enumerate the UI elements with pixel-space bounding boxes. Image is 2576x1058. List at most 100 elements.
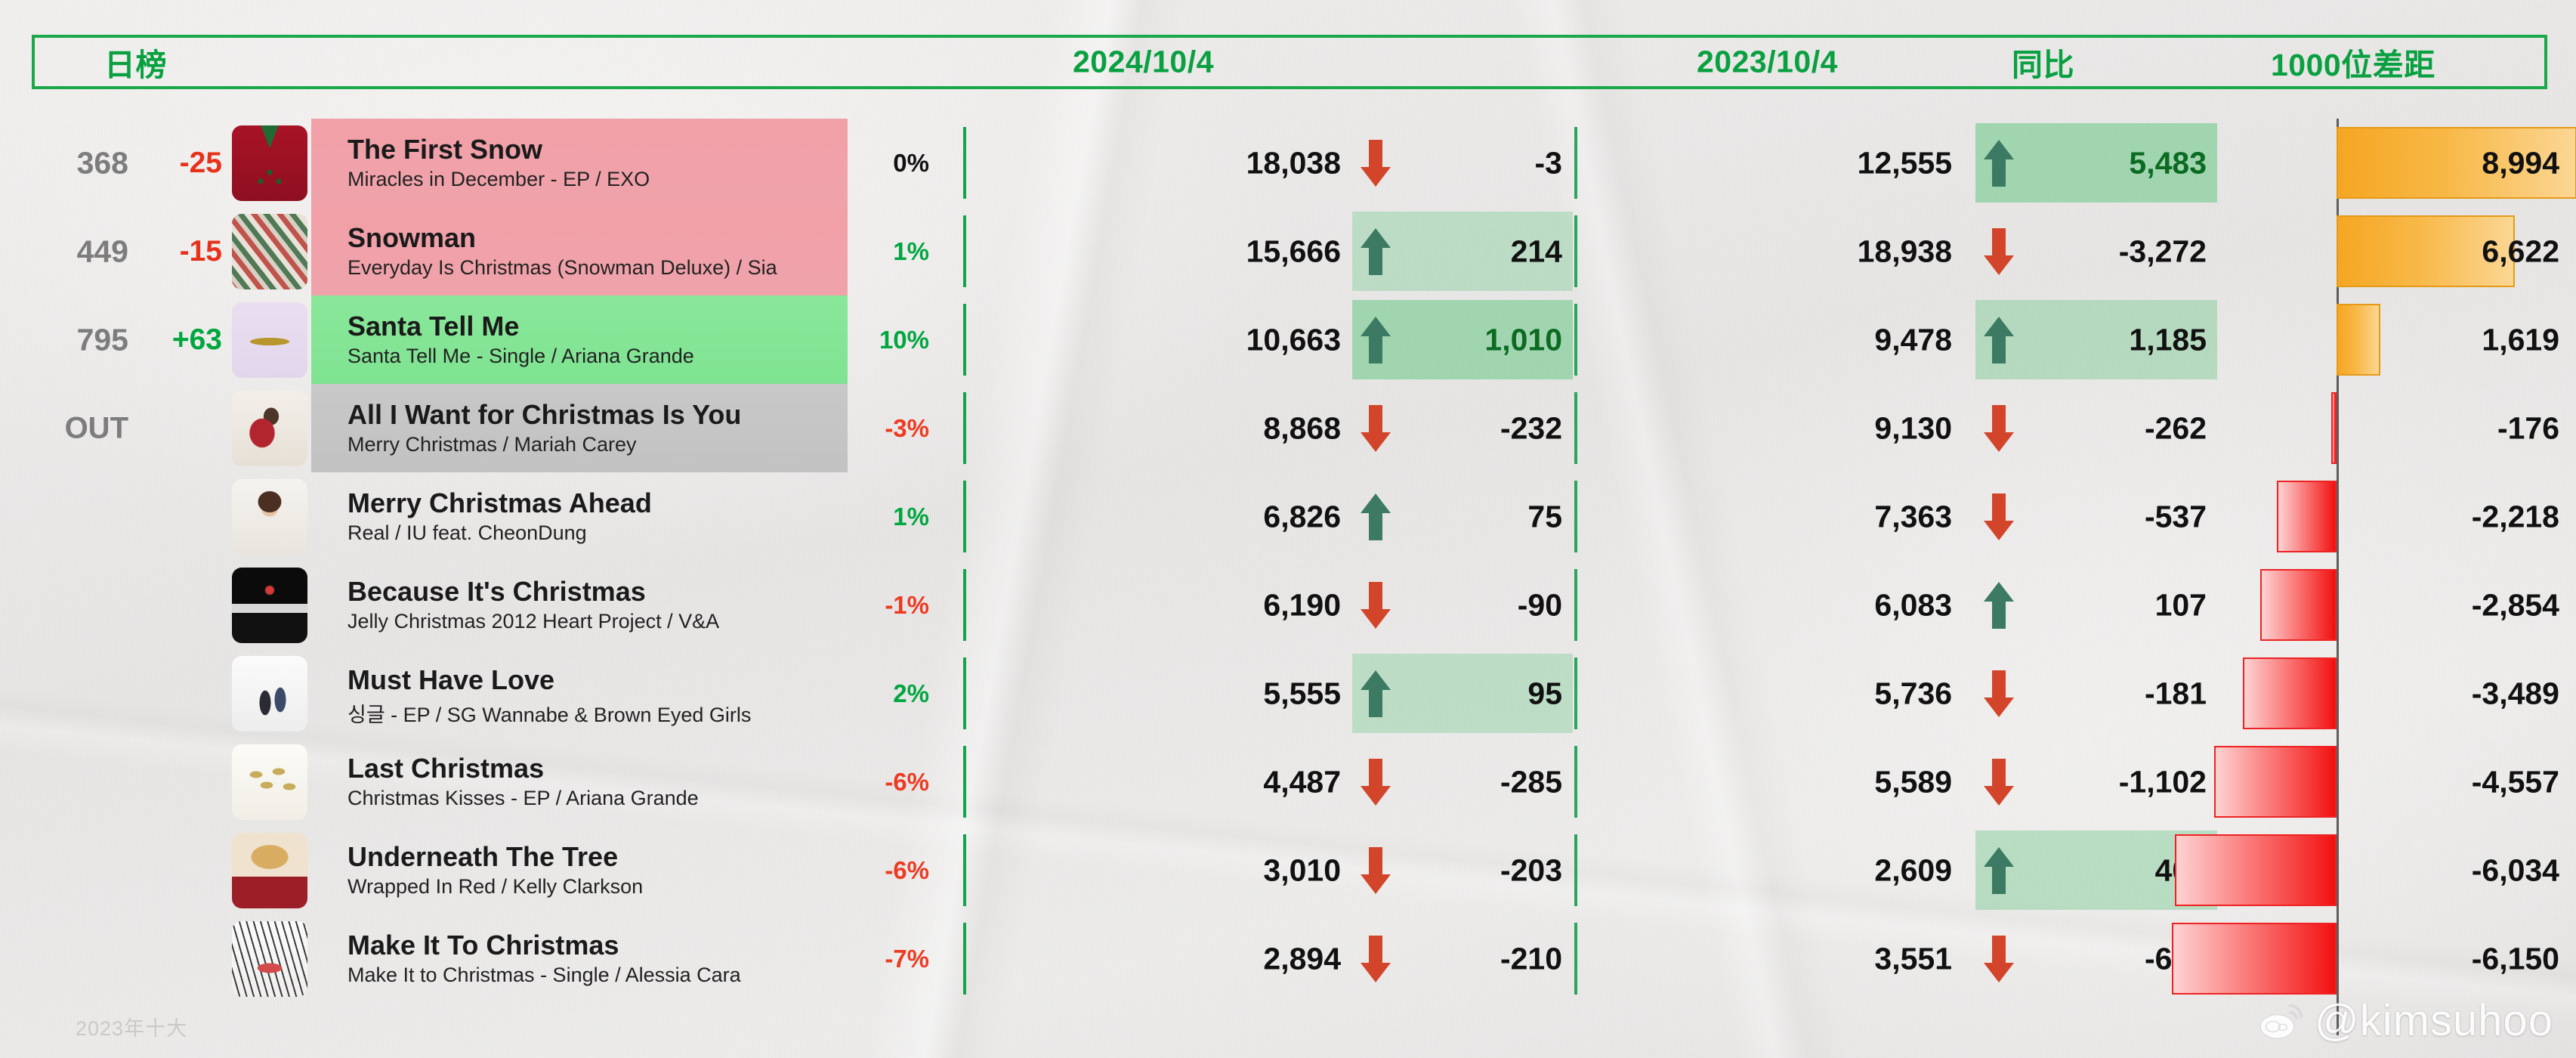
bar-2023 <box>1574 834 1577 906</box>
table-row[interactable]: Make It To Christmas Make It to Christmas… <box>0 914 2576 1003</box>
delta-value-2024: 75 <box>1527 499 1562 534</box>
delta-cell-2023: -262 <box>1975 388 2217 468</box>
arrow-down-icon <box>1984 935 2014 982</box>
song-info[interactable]: Snowman Everyday Is Christmas (Snowman De… <box>311 207 848 295</box>
arrow-up-icon <box>1984 581 2014 629</box>
bar-2024 <box>963 304 966 376</box>
bar-2023 <box>1574 481 1577 552</box>
delta-value-2023: -1,102 <box>2118 764 2207 799</box>
rank-change-value: +63 <box>171 323 222 356</box>
value-2023: 5,736 <box>1874 676 1952 710</box>
delta-value-2024: -210 <box>1500 941 1562 976</box>
table-row[interactable]: Merry Christmas Ahead Real / IU feat. Che… <box>0 472 2576 561</box>
gap-value: 1,619 <box>2482 322 2559 357</box>
bar-2023 <box>1574 304 1577 376</box>
gap-value: -2,218 <box>2471 499 2559 534</box>
header-col-2023: 2023/10/4 <box>1697 44 1838 79</box>
ariana-santa-tell-me-cover <box>232 302 307 378</box>
percent-change: 1% <box>893 502 929 531</box>
delta-value-2023: -3,272 <box>2118 234 2207 268</box>
delta-cell-2024: -210 <box>1352 919 1573 998</box>
song-subtitle: Jelly Christmas 2012 Heart Project / V&A <box>347 610 720 633</box>
song-subtitle: Merry Christmas / Mariah Carey <box>347 433 637 456</box>
song-info[interactable]: Merry Christmas Ahead Real / IU feat. Che… <box>311 472 848 561</box>
song-info[interactable]: The First Snow Miracles in December - EP … <box>311 119 848 207</box>
song-info[interactable]: All I Want for Christmas Is You Merry Chr… <box>311 384 848 472</box>
arrow-down-icon <box>1361 404 1391 452</box>
delta-cell-2024: -232 <box>1352 388 1573 468</box>
song-title: All I Want for Christmas Is You <box>347 399 742 430</box>
song-info[interactable]: Underneath The Tree Wrapped In Red / Kell… <box>311 826 848 914</box>
song-title: The First Snow <box>347 134 543 165</box>
arrow-down-icon <box>1361 846 1391 894</box>
delta-cell-2024: -285 <box>1352 742 1573 821</box>
bar-2023 <box>1574 923 1577 995</box>
song-subtitle: Wrapped In Red / Kelly Clarkson <box>347 875 644 898</box>
song-info[interactable]: Make It To Christmas Make It to Christmas… <box>311 914 848 1003</box>
song-info[interactable]: Last Christmas Christmas Kisses - EP / Ar… <box>311 738 848 826</box>
table-row[interactable]: 449 -15 Snowman Everyday Is Christmas (Snow… <box>0 207 2576 295</box>
table-header: 日榜 2024/10/4 2023/10/4 同比 1000位差距 <box>32 35 2547 89</box>
delta-value-2024: -285 <box>1500 764 1562 799</box>
delta-cell-2023: -3,272 <box>1975 212 2217 291</box>
song-title: Must Have Love <box>347 664 555 695</box>
album-art-thumbnail[interactable] <box>232 390 307 466</box>
album-art-thumbnail[interactable] <box>232 744 307 820</box>
song-info[interactable]: Santa Tell Me Santa Tell Me - Single / Ar… <box>311 295 848 384</box>
table-row[interactable]: Must Have Love 싱글 - EP / SG Wannabe & Bro… <box>0 649 2576 738</box>
delta-value-2024: -232 <box>1500 410 1562 445</box>
bar-2023 <box>1574 215 1577 287</box>
gap-value: -3,489 <box>2471 676 2559 710</box>
delta-value-2024: 214 <box>1510 234 1562 268</box>
bar-2024 <box>963 746 966 818</box>
header-col-2024: 2024/10/4 <box>1073 44 1214 79</box>
album-art-thumbnail[interactable] <box>232 920 307 997</box>
album-art-thumbnail[interactable] <box>232 832 307 908</box>
delta-value-2024: -3 <box>1534 145 1562 180</box>
table-row[interactable]: 368 -25 The First Snow Miracles in December… <box>0 119 2576 207</box>
delta-cell-2024: 75 <box>1352 477 1573 556</box>
percent-change: 0% <box>893 148 929 177</box>
song-title: Because It's Christmas <box>347 576 646 607</box>
delta-value-2024: -90 <box>1517 587 1562 622</box>
gap-value: -2,854 <box>2471 587 2559 622</box>
value-2024: 4,487 <box>1263 764 1341 799</box>
album-art-thumbnail[interactable] <box>232 567 307 643</box>
table-row[interactable]: 795 +63 Santa Tell Me Santa Tell Me - Singl… <box>0 295 2576 384</box>
table-row[interactable]: Underneath The Tree Wrapped In Red / Kell… <box>0 826 2576 914</box>
value-2023: 3,551 <box>1874 941 1952 976</box>
arrow-down-icon <box>1361 935 1391 982</box>
song-subtitle: Everyday Is Christmas (Snowman Deluxe) /… <box>347 256 777 279</box>
table-row[interactable]: Because It's Christmas Jelly Christmas 20… <box>0 561 2576 649</box>
ranking-sheet: 日榜 2024/10/4 2023/10/4 同比 1000位差距 368 -25… <box>0 0 2576 1058</box>
bar-2024 <box>963 481 966 552</box>
album-art-thumbnail[interactable] <box>232 478 307 555</box>
delta-cell-2024: -90 <box>1352 565 1573 645</box>
value-2023: 6,083 <box>1874 587 1952 622</box>
song-title: Merry Christmas Ahead <box>347 487 652 518</box>
value-2024: 6,190 <box>1263 587 1341 622</box>
delta-cell-2023: -537 <box>1975 477 2217 556</box>
arrow-down-icon <box>1361 139 1391 187</box>
mariah-merry-christmas-cover <box>232 390 307 466</box>
delta-cell-2024: 1,010 <box>1352 300 1573 379</box>
value-2024: 3,010 <box>1263 852 1341 887</box>
table-row[interactable]: Last Christmas Christmas Kisses - EP / Ar… <box>0 738 2576 826</box>
value-2023: 9,130 <box>1874 410 1952 445</box>
alessia-make-it-cover <box>232 920 307 997</box>
album-art-thumbnail[interactable] <box>232 302 307 378</box>
delta-value-2023: -181 <box>2144 676 2207 710</box>
song-subtitle: Christmas Kisses - EP / Ariana Grande <box>347 787 699 809</box>
percent-change: 10% <box>879 325 929 354</box>
delta-cell-2024: 95 <box>1352 654 1573 733</box>
bar-2023 <box>1574 657 1577 729</box>
gap-value: -4,557 <box>2471 764 2559 799</box>
value-2024: 10,663 <box>1246 322 1341 357</box>
album-art-thumbnail[interactable] <box>232 213 307 289</box>
song-info[interactable]: Because It's Christmas Jelly Christmas 20… <box>311 561 848 649</box>
table-row[interactable]: OUT All I Want for Christmas Is You Merry … <box>0 384 2576 472</box>
album-art-thumbnail[interactable] <box>232 655 307 732</box>
value-2024: 8,868 <box>1263 410 1341 445</box>
album-art-thumbnail[interactable] <box>232 125 307 201</box>
song-info[interactable]: Must Have Love 싱글 - EP / SG Wannabe & Bro… <box>311 649 848 738</box>
